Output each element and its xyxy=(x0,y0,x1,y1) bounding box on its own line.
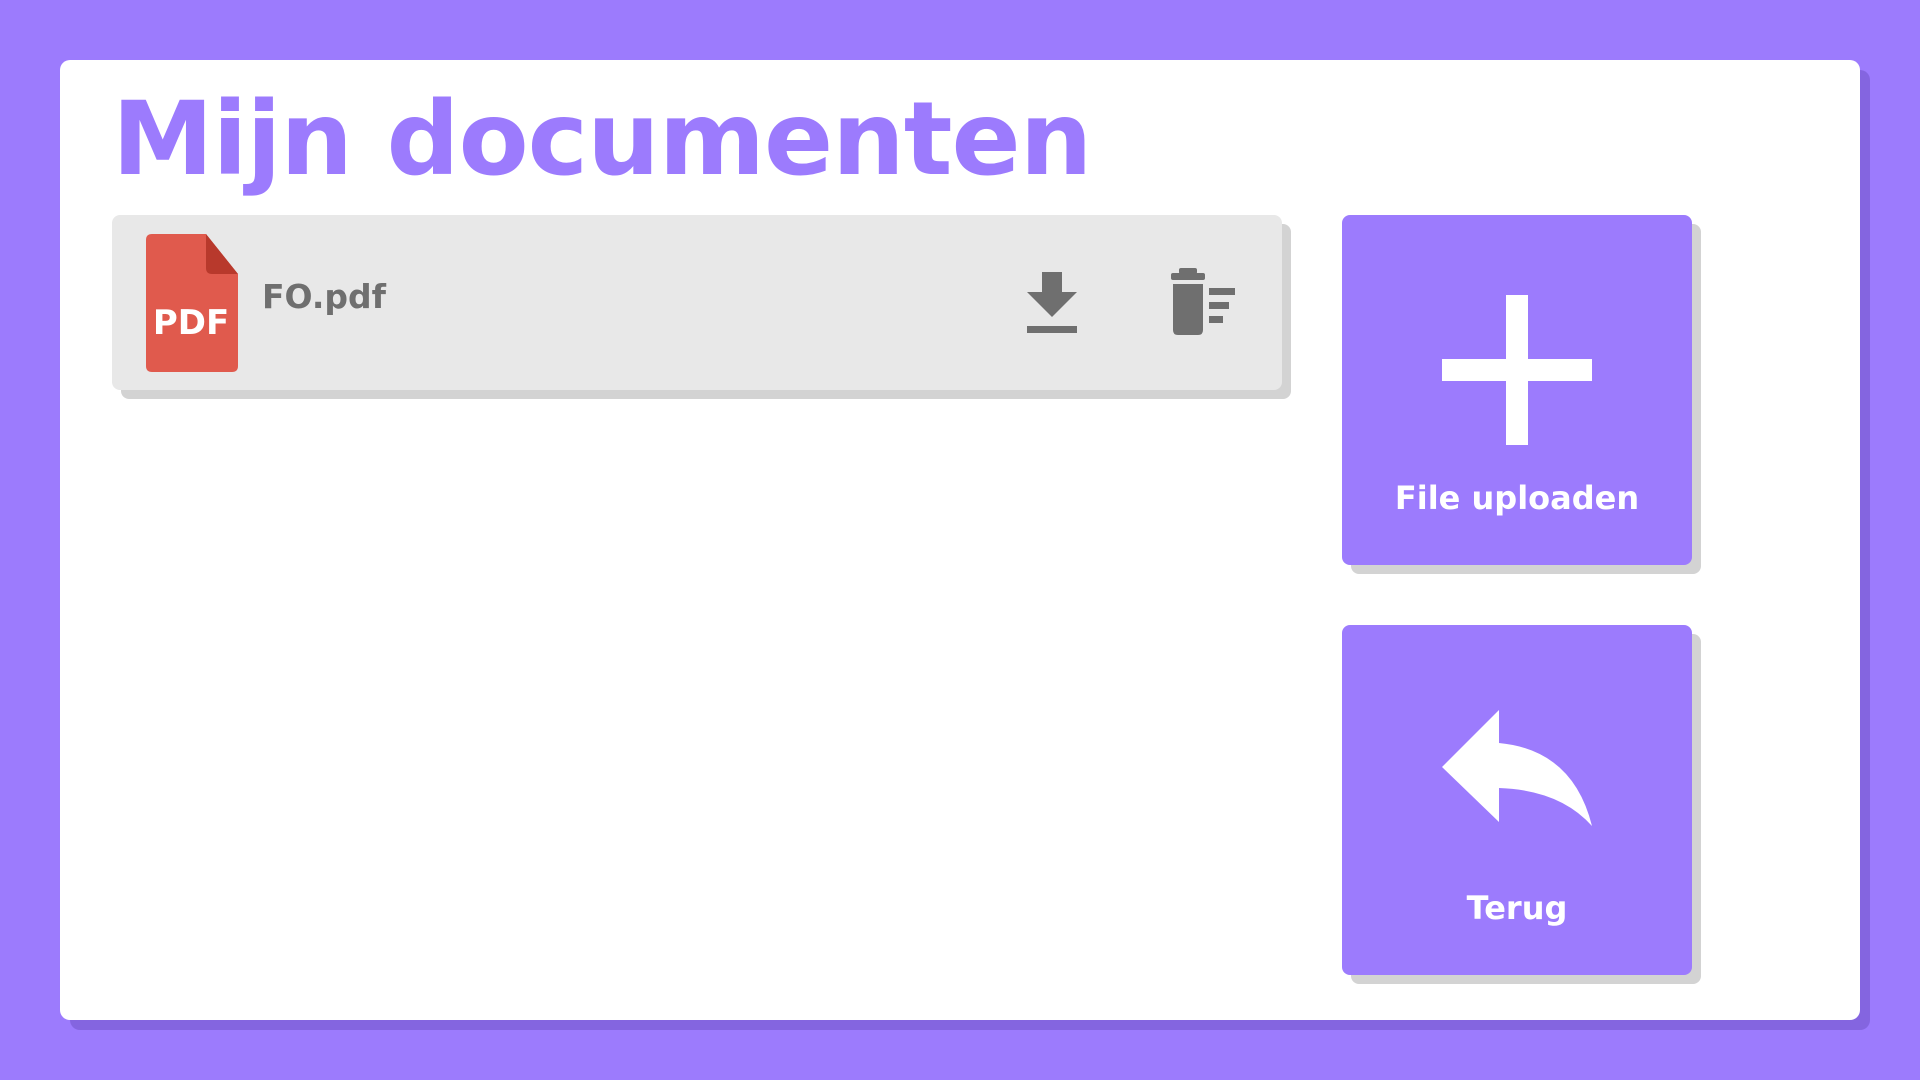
page-title: Mijn documenten xyxy=(112,80,1092,199)
reply-arrow-icon xyxy=(1442,710,1592,826)
back-button[interactable]: Terug xyxy=(1342,625,1692,975)
pdf-file-icon: PDF xyxy=(146,234,238,372)
back-label: Terug xyxy=(1466,889,1568,927)
download-icon xyxy=(1027,272,1077,333)
download-button[interactable] xyxy=(1012,262,1092,342)
pdf-badge-label: PDF xyxy=(153,303,229,343)
delete-icon xyxy=(1171,268,1235,335)
file-name: FO.pdf xyxy=(262,277,387,316)
file-upload-label: File uploaden xyxy=(1394,479,1640,517)
documents-panel: Mijn documenten PDF FO.pdf File uploaden… xyxy=(60,60,1860,1020)
plus-icon xyxy=(1442,295,1592,445)
delete-button[interactable] xyxy=(1162,262,1242,342)
file-upload-button[interactable]: File uploaden xyxy=(1342,215,1692,565)
file-row[interactable]: PDF FO.pdf xyxy=(112,215,1282,390)
